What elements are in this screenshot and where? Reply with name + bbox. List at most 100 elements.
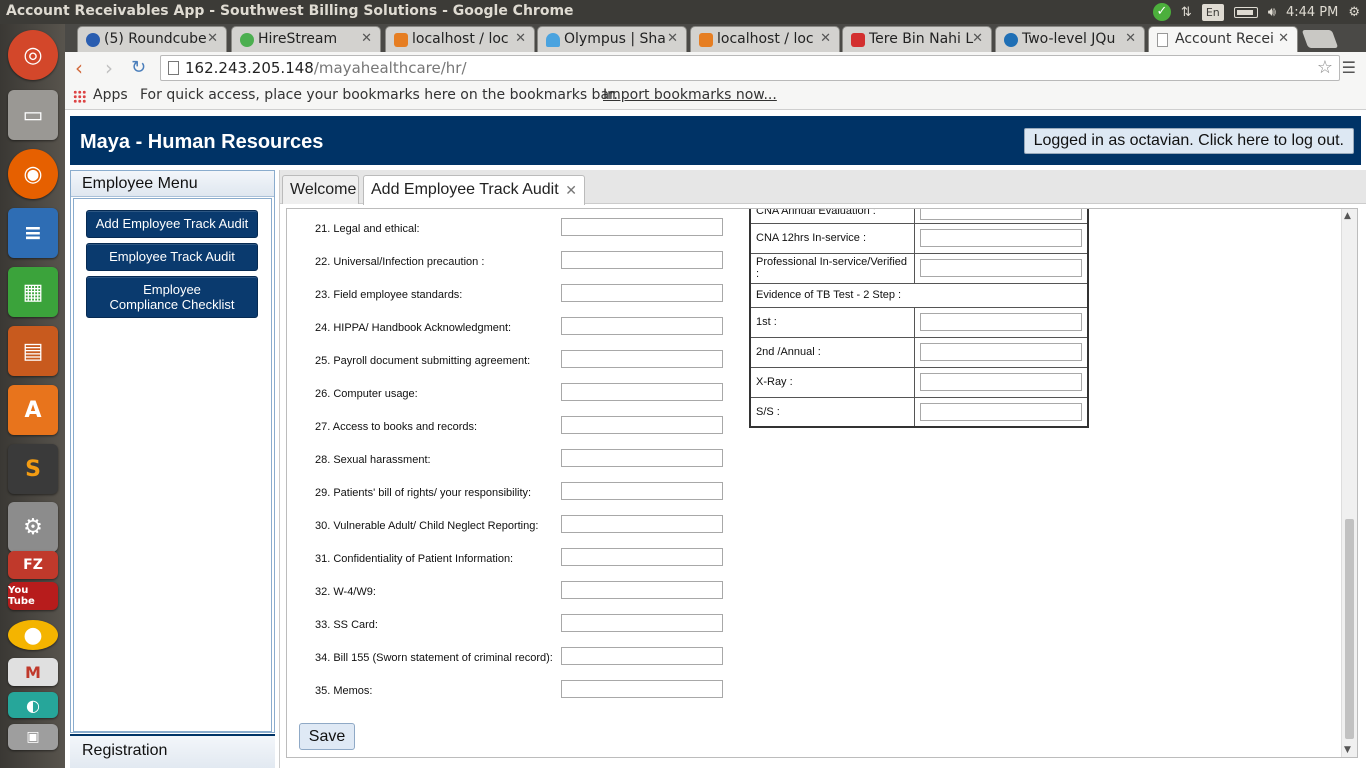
- firefox-icon[interactable]: ◉: [8, 149, 58, 199]
- chrome-icon[interactable]: ●: [8, 620, 58, 650]
- close-tab-icon[interactable]: ✕: [207, 31, 218, 46]
- scroll-down-arrow-icon[interactable]: ▼: [1344, 745, 1351, 755]
- close-tab-icon[interactable]: ✕: [1125, 31, 1136, 46]
- access-books-records-field[interactable]: [561, 416, 723, 434]
- import-bookmarks-link[interactable]: Import bookmarks now...: [603, 87, 777, 103]
- memos-field[interactable]: [561, 680, 723, 698]
- vertical-scrollbar[interactable]: ▲ ▼: [1341, 209, 1357, 757]
- vulnerable-adult-reporting-field[interactable]: [561, 515, 723, 533]
- impress-icon[interactable]: ▤: [8, 326, 58, 376]
- tab-add-employee-track-audit[interactable]: Add Employee Track Audit ✕: [363, 175, 585, 205]
- table-label: 1st :: [749, 306, 915, 338]
- chrome-menu-icon[interactable]: ☰: [1342, 58, 1356, 77]
- registration-panel-heading[interactable]: Registration: [70, 734, 275, 768]
- browser-tab-active[interactable]: Account Recei ✕: [1148, 26, 1298, 52]
- tb-1st-field[interactable]: [920, 313, 1082, 331]
- form-label: 27. Access to books and records:: [315, 421, 478, 433]
- tb-ss-field[interactable]: [920, 402, 1082, 421]
- confidentiality-field[interactable]: [561, 548, 723, 566]
- legal-ethical-field[interactable]: [561, 218, 723, 236]
- filezilla-icon[interactable]: FZ: [8, 551, 58, 579]
- ubuntu-dash-icon[interactable]: ◎: [8, 30, 58, 80]
- network-arrows-icon[interactable]: ⇅: [1181, 5, 1192, 20]
- sublime-text-icon[interactable]: S: [8, 444, 58, 494]
- web-page: Maya - Human Resources Logged in as octa…: [65, 110, 1366, 768]
- apps-link[interactable]: Apps: [93, 87, 128, 103]
- form-row: 31. Confidentiality of Patient Informati…: [287, 544, 737, 577]
- gmail-icon[interactable]: M: [8, 658, 58, 686]
- browser-tab[interactable]: Tere Bin Nahi L ✕: [842, 26, 992, 52]
- clock[interactable]: 4:44 PM: [1286, 5, 1338, 20]
- close-tab-icon[interactable]: ✕: [667, 31, 678, 46]
- software-center-icon[interactable]: A: [8, 385, 58, 435]
- form-row: 35. Memos:: [287, 676, 737, 709]
- reload-icon[interactable]: ↻: [131, 57, 146, 78]
- browser-tab[interactable]: localhost / loc ✕: [690, 26, 840, 52]
- payroll-document-field[interactable]: [561, 350, 723, 368]
- save-button[interactable]: Save: [299, 723, 355, 750]
- computer-usage-field[interactable]: [561, 383, 723, 401]
- sexual-harassment-field[interactable]: [561, 449, 723, 467]
- close-tab-icon[interactable]: ✕: [972, 31, 983, 46]
- infection-precaution-field[interactable]: [561, 251, 723, 269]
- browser-tab[interactable]: localhost / loc ✕: [385, 26, 535, 52]
- close-tab-icon[interactable]: ✕: [515, 31, 526, 46]
- hippa-handbook-field[interactable]: [561, 317, 723, 335]
- files-icon[interactable]: ▭: [8, 90, 58, 140]
- close-tab-icon[interactable]: ✕: [1278, 31, 1289, 46]
- table-row: S/S :: [749, 396, 1089, 428]
- browser-tab[interactable]: (5) Roundcube ✕: [77, 26, 227, 52]
- keyboard-layout-indicator[interactable]: En: [1201, 3, 1224, 21]
- youtube-icon[interactable]: You Tube: [8, 582, 58, 610]
- field-employee-standards-field[interactable]: [561, 284, 723, 302]
- cna-annual-evaluation-field[interactable]: [920, 209, 1082, 220]
- bookmark-star-icon[interactable]: ☆: [1317, 57, 1333, 78]
- forward-icon[interactable]: ›: [105, 56, 113, 80]
- professional-inservice-field[interactable]: [920, 259, 1082, 277]
- ss-card-field[interactable]: [561, 614, 723, 632]
- scroll-up-arrow-icon[interactable]: ▲: [1344, 211, 1351, 221]
- tab-welcome[interactable]: Welcome: [282, 175, 359, 204]
- employee-compliance-checklist-button[interactable]: Employee Compliance Checklist: [86, 276, 258, 318]
- employee-track-audit-button[interactable]: Employee Track Audit: [86, 243, 258, 271]
- close-tab-icon[interactable]: ✕: [820, 31, 831, 46]
- tb-test-heading: Evidence of TB Test - 2 Step :: [749, 282, 1089, 308]
- writer-icon[interactable]: ≡: [8, 208, 58, 258]
- tb-2nd-annual-field[interactable]: [920, 343, 1082, 361]
- content-tab-bar: Welcome Add Employee Track Audit ✕: [280, 170, 1366, 205]
- add-employee-track-audit-button[interactable]: Add Employee Track Audit: [86, 210, 258, 238]
- app-icon[interactable]: ◐: [8, 692, 58, 718]
- back-icon[interactable]: ‹: [75, 56, 83, 80]
- app-icon[interactable]: ▣: [8, 724, 58, 750]
- cna-12hrs-inservice-field[interactable]: [920, 229, 1082, 247]
- battery-icon[interactable]: [1233, 6, 1258, 18]
- favicon-icon: [1004, 33, 1018, 47]
- apps-grid-icon[interactable]: [73, 90, 86, 103]
- form-label: 29. Patients' bill of rights/ your respo…: [315, 487, 532, 499]
- table-label: X-Ray :: [749, 366, 915, 398]
- form-scroll-area[interactable]: 21. Legal and ethical: 22. Universal/Inf…: [286, 208, 1358, 758]
- window-title: Account Receivables App - Southwest Bill…: [6, 3, 574, 19]
- system-settings-icon[interactable]: ⚙: [8, 502, 58, 552]
- form-row: 22. Universal/Infection precaution :: [287, 247, 737, 280]
- form-label: 23. Field employee standards:: [315, 289, 463, 301]
- close-tab-icon[interactable]: ✕: [361, 31, 372, 46]
- scrollbar-thumb[interactable]: [1345, 519, 1354, 739]
- volume-icon[interactable]: 🔊︎: [1268, 5, 1276, 20]
- w4-w9-field[interactable]: [561, 581, 723, 599]
- new-tab-button[interactable]: [1301, 30, 1339, 48]
- employee-menu-heading[interactable]: Employee Menu: [71, 171, 274, 197]
- settings-gear-icon[interactable]: ⚙: [1348, 5, 1360, 20]
- bill-155-field[interactable]: [561, 647, 723, 665]
- update-check-icon[interactable]: ✓: [1152, 3, 1171, 21]
- close-tab-icon[interactable]: ✕: [565, 182, 577, 199]
- bookmarks-hint: For quick access, place your bookmarks h…: [140, 87, 618, 103]
- calc-icon[interactable]: ▦: [8, 267, 58, 317]
- browser-tab[interactable]: Two-level JQu ✕: [995, 26, 1145, 52]
- address-bar[interactable]: 162.243.205.148/mayahealthcare/hr/ ☆: [160, 55, 1340, 81]
- browser-tab[interactable]: HireStream ✕: [231, 26, 381, 52]
- tb-xray-field[interactable]: [920, 373, 1082, 391]
- patients-bill-of-rights-field[interactable]: [561, 482, 723, 500]
- logout-button[interactable]: Logged in as octavian. Click here to log…: [1023, 128, 1354, 154]
- browser-tab[interactable]: Olympus | Sha ✕: [537, 26, 687, 52]
